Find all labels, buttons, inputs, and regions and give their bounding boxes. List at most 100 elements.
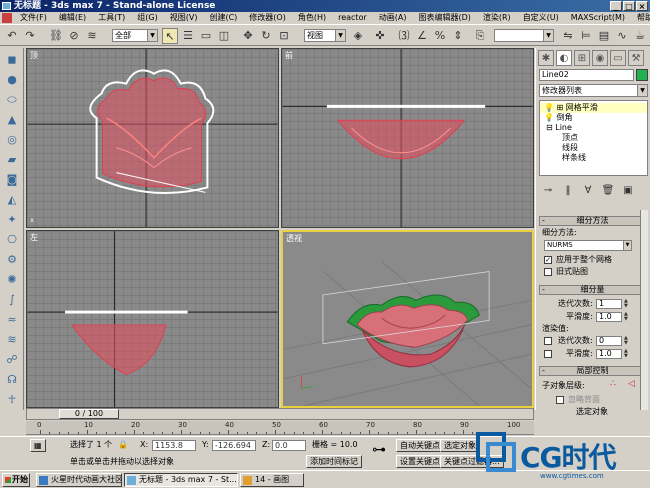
create-helper-icon[interactable]: ⚙	[4, 252, 20, 268]
render-smoothness-checkbox[interactable]	[544, 350, 552, 358]
menu-modifiers[interactable]: 修改器(O)	[243, 12, 292, 24]
display-tab-icon[interactable]: ▭	[610, 50, 626, 66]
menu-maxscript[interactable]: MAXScript(M)	[565, 12, 631, 24]
create-cylinder-icon[interactable]: ⬭	[4, 92, 20, 108]
create-box-icon[interactable]: ◼	[4, 52, 20, 68]
modifier-stack[interactable]: 💡 ⊞ 网格平滑 💡 倒角 ⊟ Line 顶点 线段 样条线	[539, 100, 648, 176]
object-name-field[interactable]: Line02	[539, 69, 634, 81]
motion-tab-icon[interactable]: ◉	[592, 50, 608, 66]
menu-help[interactable]: 帮助(H)	[631, 12, 650, 24]
create-biped-icon[interactable]: ☥	[4, 392, 20, 408]
lock-icon[interactable]: 🔒	[118, 440, 128, 450]
create-cone-icon[interactable]: ▲	[4, 112, 20, 128]
y-coordinate-field[interactable]: -126.694	[212, 440, 256, 451]
z-coordinate-field[interactable]: 0.0	[272, 440, 306, 451]
stack-item-vertex[interactable]: 顶点	[540, 133, 647, 143]
menu-character[interactable]: 角色(H)	[292, 12, 332, 24]
timeline-ruler[interactable]: 0 10 20 30 40 50 60 70 80 90 100	[26, 421, 534, 435]
link-icon[interactable]: ⛓	[48, 28, 64, 44]
maximize-button[interactable]: □	[623, 1, 635, 11]
stack-item-meshsmooth[interactable]: 💡 ⊞ 网格平滑	[540, 103, 647, 113]
rotate-icon[interactable]: ↻	[258, 28, 274, 44]
mini-listener-icon[interactable]: ▦	[30, 439, 46, 452]
viewport-perspective[interactable]: 透视	[281, 230, 534, 408]
start-button[interactable]: 开始	[2, 473, 30, 487]
create-torus-icon[interactable]: ◎	[4, 132, 20, 148]
percent-snap-icon[interactable]: %	[432, 28, 448, 44]
iterations-spinner-arrows[interactable]: ▲ ▼	[624, 299, 630, 309]
move-icon[interactable]: ✥	[240, 28, 256, 44]
menu-create[interactable]: 创建(C)	[203, 12, 243, 24]
command-panel-scrollbar[interactable]	[640, 210, 648, 410]
create-camera-icon[interactable]: ⎔	[4, 232, 20, 248]
named-selection-dropdown[interactable]: ▼	[494, 29, 554, 42]
remove-modifier-icon[interactable]: 🗑	[601, 184, 615, 198]
rollout-local-control[interactable]: - 局部控制	[539, 366, 646, 376]
menu-graph-editors[interactable]: 图表编辑器(D)	[412, 12, 476, 24]
time-slider[interactable]: 0 / 100	[26, 408, 534, 420]
old-style-mapping-checkbox[interactable]	[544, 268, 552, 276]
close-button[interactable]: ×	[636, 1, 648, 11]
edge-level-icon[interactable]: ◁	[628, 379, 635, 389]
select-manipulate-icon[interactable]: ✜	[372, 28, 388, 44]
reference-coord-dropdown[interactable]: 视图 ▼	[304, 29, 346, 42]
taskbar-item-3dsmax[interactable]: 无标题 - 3ds max 7 - St...	[124, 473, 238, 487]
show-end-result-icon[interactable]: ‖	[561, 184, 575, 198]
viewport-front[interactable]: 前	[281, 48, 534, 228]
rect-selection-icon[interactable]: ▭	[198, 28, 214, 44]
stack-item-bevel[interactable]: 💡 倒角	[540, 113, 647, 123]
create-system-icon[interactable]: ☍	[4, 352, 20, 368]
bind-space-warp-icon[interactable]: ≋	[84, 28, 100, 44]
apply-to-whole-mesh-checkbox[interactable]: ✓	[544, 256, 552, 264]
modifier-list-dropdown[interactable]: 修改器列表 ▼	[539, 84, 648, 97]
unlink-icon[interactable]: ⊘	[66, 28, 82, 44]
menu-tools[interactable]: 工具(T)	[92, 12, 131, 24]
add-time-tag-button[interactable]: 添加时间标记	[306, 455, 362, 468]
taskbar-item-paint[interactable]: 14 - 画图	[240, 473, 304, 487]
render-icon[interactable]: ☕	[632, 28, 648, 44]
smoothness-spinner-arrows[interactable]: ▲ ▼	[624, 312, 630, 322]
create-sphere-icon[interactable]: ●	[4, 72, 20, 88]
select-by-name-icon[interactable]: ☰	[180, 28, 196, 44]
pivot-center-icon[interactable]: ◈	[350, 28, 366, 44]
menu-group[interactable]: 组(G)	[131, 12, 163, 24]
named-selection-icon[interactable]: ⎘	[472, 28, 488, 44]
render-smoothness-spinner-arrows[interactable]: ▲ ▼	[624, 349, 630, 359]
menu-edit[interactable]: 编辑(E)	[53, 12, 92, 24]
mirror-icon[interactable]: ⇋	[560, 28, 576, 44]
align-icon[interactable]: ⊨	[578, 28, 594, 44]
curve-editor-icon[interactable]: ∿	[614, 28, 630, 44]
iterations-spinner[interactable]: 1	[596, 299, 622, 309]
rollout-subdivision-method[interactable]: - 细分方法	[539, 216, 646, 226]
make-unique-icon[interactable]: ∀	[581, 184, 595, 198]
create-particle-icon[interactable]: ✺	[4, 272, 20, 288]
viewport-left[interactable]: 左	[26, 230, 279, 408]
layer-manager-icon[interactable]: ▤	[596, 28, 612, 44]
minimize-button[interactable]: _	[610, 1, 622, 11]
render-iterations-spinner[interactable]: 0	[596, 336, 622, 346]
render-iterations-spinner-arrows[interactable]: ▲ ▼	[624, 336, 630, 346]
smoothness-spinner[interactable]: 1.0	[596, 312, 622, 322]
create-nurbs-icon[interactable]: ≈	[4, 312, 20, 328]
select-object-icon[interactable]: ↖	[162, 28, 178, 44]
vertex-level-icon[interactable]: ∴	[610, 379, 616, 389]
object-color-swatch[interactable]	[636, 69, 648, 81]
x-coordinate-field[interactable]: 1153.8	[152, 440, 196, 451]
create-spline-icon[interactable]: ∫	[4, 292, 20, 308]
menu-animation[interactable]: 动画(A)	[373, 12, 413, 24]
auto-key-button[interactable]: 自动关键点	[396, 439, 444, 452]
render-iterations-checkbox[interactable]	[544, 337, 552, 345]
create-light-icon[interactable]: ✦	[4, 212, 20, 228]
rollout-subdivision-amount[interactable]: - 细分量	[539, 285, 646, 295]
time-slider-knob[interactable]: 0 / 100	[59, 409, 119, 419]
menu-customize[interactable]: 自定义(U)	[517, 12, 565, 24]
snap-icon[interactable]: ⑶	[396, 28, 412, 44]
render-smoothness-spinner[interactable]: 1.0	[596, 349, 622, 359]
stack-item-segment[interactable]: 线段	[540, 143, 647, 153]
utilities-tab-icon[interactable]: ⚒	[628, 50, 644, 66]
create-space-warp-icon[interactable]: ≋	[4, 332, 20, 348]
spinner-snap-icon[interactable]: ⇕	[450, 28, 466, 44]
menu-rendering[interactable]: 渲染(R)	[477, 12, 517, 24]
menu-file[interactable]: 文件(F)	[14, 12, 53, 24]
window-crossing-icon[interactable]: ◫	[216, 28, 232, 44]
